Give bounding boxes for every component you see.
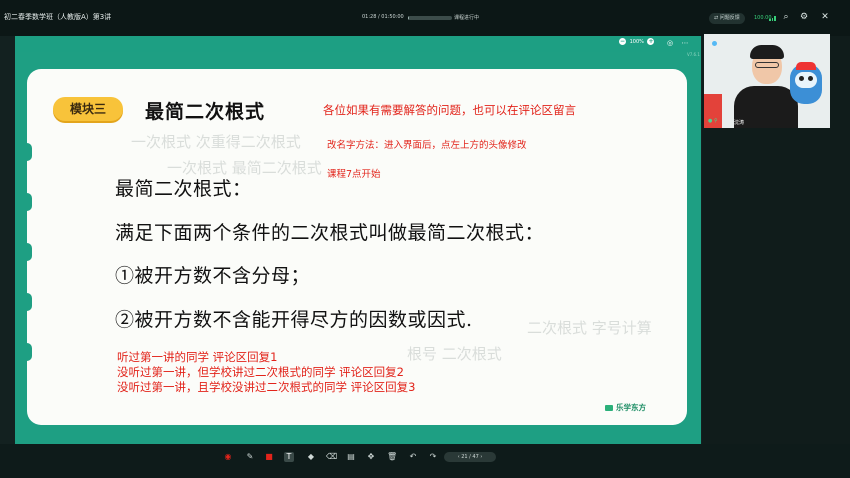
more-icon[interactable]: ⋯	[681, 39, 689, 47]
shape-icon[interactable]: ◆	[306, 452, 316, 462]
module-badge: 模块三	[53, 97, 123, 121]
text-tool-icon[interactable]: T	[284, 452, 294, 462]
zoom-search-icon[interactable]: ⌕	[781, 12, 791, 22]
zoom-control: − 100% +	[619, 38, 655, 49]
brand-name: 乐学东方	[616, 403, 646, 412]
module-label: 模块三	[69, 102, 106, 116]
course-progress-bar	[408, 16, 452, 20]
definition-heading: 最简二次根式：	[115, 178, 252, 200]
slide: 模块三 最简二次根式 一次根式 次重得二次根式 一次根式 最简二次根式 二次根式…	[27, 69, 687, 425]
signal-icon	[769, 15, 777, 21]
page-navigator[interactable]: ‹ 21 / 47 ›	[444, 452, 496, 462]
video-status-dot	[712, 41, 717, 46]
record-icon[interactable]: ◉	[223, 452, 233, 462]
teacher-video[interactable]	[704, 34, 830, 128]
condition-2: ②被开方数不含能开得尽方的因数或因式.	[115, 309, 473, 331]
condition-1: ①被开方数不含分母；	[115, 265, 311, 287]
course-progress-fill	[408, 16, 409, 20]
mascot-eye	[799, 76, 804, 81]
next-page-icon[interactable]: ›	[479, 454, 482, 460]
binder-hole	[27, 243, 32, 261]
module-title: 最简二次根式	[145, 101, 266, 123]
report-label: 问题反馈	[719, 15, 740, 21]
binder-hole	[27, 143, 32, 161]
ghost-text: 二次根式 字号计算	[527, 319, 652, 337]
notice-start-time: 课程7点开始	[327, 169, 381, 180]
brand-icon	[605, 405, 613, 411]
move-icon[interactable]: ✥	[366, 452, 376, 462]
teacher-hair	[750, 45, 784, 59]
reply-instruction-1: 听过第一讲的同学 评论区回复1	[117, 350, 278, 364]
reply-instruction-3: 没听过第一讲，且学校没讲过二次根式的同学 评论区回复3	[117, 380, 416, 394]
teacher-glasses	[755, 62, 779, 68]
whiteboard-stage: − 100% + ◎ ⋯ V7.6.1 模块三 最简二次根式 一次根式 次重得二…	[15, 36, 709, 444]
class-status: 课程进行中	[454, 15, 480, 21]
stage-header: − 100% + ◎ ⋯	[15, 36, 701, 52]
binder-hole	[27, 293, 32, 311]
report-problem-button[interactable]: ⇄ 问题反馈	[709, 13, 745, 24]
teacher-name: 沈涛	[734, 120, 745, 126]
page-indicator: 21 / 47	[461, 454, 479, 460]
playback-time: 01:28 / 01:50:00	[362, 14, 404, 20]
notice-questions: 各位如果有需要解答的问题，也可以在评论区留言	[323, 103, 576, 117]
color-swatch-icon[interactable]: ■	[264, 452, 274, 462]
settings-icon[interactable]: ⚙	[799, 12, 809, 22]
bottom-toolbar	[0, 444, 850, 478]
binder-hole	[27, 193, 32, 211]
ghost-text: 一次根式 次重得二次根式	[131, 133, 301, 151]
version-label: V7.6.1	[687, 52, 700, 57]
redo-icon[interactable]: ↷	[428, 452, 438, 462]
zoom-out-button[interactable]: −	[619, 38, 626, 45]
zoom-level: 100%	[629, 38, 644, 45]
delete-icon[interactable]: 🗑	[387, 452, 397, 462]
zoom-in-button[interactable]: +	[647, 38, 655, 45]
mascot-face	[795, 72, 817, 88]
definition-text: 满足下面两个条件的二次根式叫做最简二次根式：	[115, 222, 545, 244]
binder-hole	[27, 343, 32, 361]
pen-icon[interactable]: ✎	[245, 452, 255, 462]
mascot-figure	[790, 62, 822, 104]
app-window: 初二春季数学班（人教版A）第3讲 01:28 / 01:50:00 课程进行中 …	[0, 0, 850, 478]
close-icon[interactable]: ✕	[820, 12, 830, 22]
undo-icon[interactable]: ↶	[408, 452, 418, 462]
target-icon[interactable]: ◎	[666, 39, 674, 47]
ghost-text: 根号 二次根式	[407, 345, 502, 363]
notice-rename: 改名字方法：进入界面后，点左上方的头像修改	[327, 140, 527, 151]
mic-icon: ● ⚲	[708, 118, 718, 124]
eraser-icon[interactable]: ⌫	[326, 452, 337, 462]
mascot-eye	[808, 76, 813, 81]
save-icon[interactable]: ▤	[346, 452, 356, 462]
course-title: 初二春季数学班（人教版A）第3讲	[4, 13, 112, 21]
top-bar: 初二春季数学班（人教版A）第3讲 01:28 / 01:50:00 课程进行中 …	[0, 0, 850, 36]
mascot-hat	[796, 62, 816, 70]
reply-instruction-2: 没听过第一讲，但学校讲过二次根式的同学 评论区回复2	[117, 365, 404, 379]
brand-logo: 乐学东方	[605, 402, 646, 413]
